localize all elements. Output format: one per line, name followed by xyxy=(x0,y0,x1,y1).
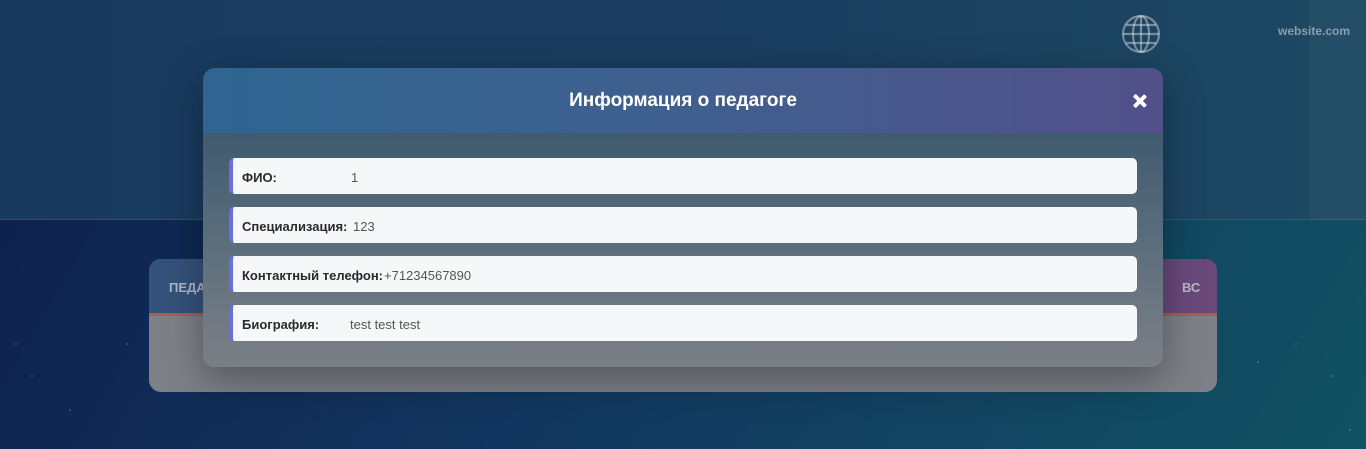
info-row-phone: Контактный телефон: +71234567890 xyxy=(229,256,1137,292)
info-row-name: ФИО: 1 xyxy=(229,158,1137,194)
info-row-specialization: Специализация: 123 xyxy=(229,207,1137,243)
info-value: test test test xyxy=(350,317,421,332)
info-value: 1 xyxy=(351,170,359,185)
info-value: 123 xyxy=(353,219,375,234)
info-label: Специализация: xyxy=(242,219,348,234)
info-label: Контактный телефон: xyxy=(242,268,383,283)
info-label: ФИО: xyxy=(242,170,277,185)
modal-header: Информация о педагоге xyxy=(203,68,1163,133)
info-value: +71234567890 xyxy=(384,268,472,283)
modal-body: ФИО: 1 Специализация: 123 Контактный тел… xyxy=(203,133,1163,341)
info-label: Биография: xyxy=(242,317,320,332)
close-icon[interactable] xyxy=(1131,92,1149,110)
info-row-biography: Биография: test test test xyxy=(229,305,1137,341)
modal-title: Информация о педагоге xyxy=(569,90,797,111)
teacher-info-modal: Информация о педагоге ФИО: 1 Специализац… xyxy=(203,68,1163,367)
